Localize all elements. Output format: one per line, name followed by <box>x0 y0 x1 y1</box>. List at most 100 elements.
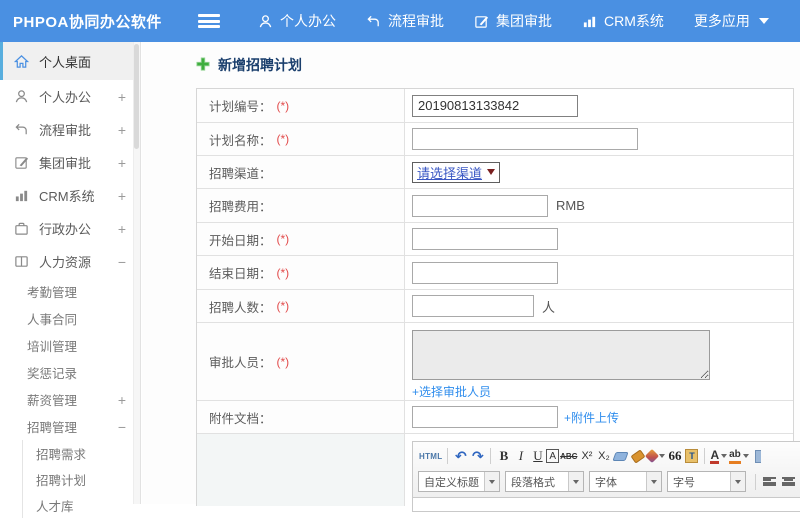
nav-label: 流程审批 <box>388 11 444 31</box>
attachment-upload-link[interactable]: +附件上传 <box>564 409 619 426</box>
nav-more-apps[interactable]: 更多应用 <box>694 11 769 31</box>
top-nav: 个人办公 流程审批 集团审批 CRM系统 更多应用 <box>258 11 799 31</box>
sidebar-item-personal-desktop[interactable]: 个人桌面 <box>0 42 140 80</box>
nav-crm-system[interactable]: CRM系统 <box>582 11 664 31</box>
undo-icon[interactable]: ↶ <box>452 447 469 465</box>
editor-content-area[interactable] <box>412 498 800 512</box>
eraser-icon[interactable] <box>612 447 629 465</box>
sidebar-subitem-label: 薪资管理 <box>27 390 77 409</box>
custom-title-combobox[interactable]: 自定义标题 <box>418 471 500 492</box>
sidebar-item-training[interactable]: 培训管理 <box>0 332 140 359</box>
hamburger-menu-icon[interactable] <box>198 14 220 28</box>
sidebar-item-recruit-demand[interactable]: 招聘需求 <box>23 440 140 466</box>
flow-arrow-icon <box>14 122 31 137</box>
start-date-input[interactable] <box>412 228 558 250</box>
channel-select[interactable]: 请选择渠道 <box>412 162 500 183</box>
nav-personal-office[interactable]: 个人办公 <box>258 11 336 31</box>
subscript-button[interactable]: X₂ <box>595 447 612 465</box>
paste-plain-icon[interactable]: T <box>683 447 700 465</box>
align-center-icon[interactable] <box>781 476 796 488</box>
plan-name-input[interactable] <box>412 128 638 150</box>
headcount-input[interactable] <box>412 295 534 317</box>
sidebar-item-personal-office[interactable]: 个人办公 + <box>0 80 140 113</box>
form-row-plan-number: 计划编号： (*) <box>197 89 793 123</box>
expand-icon[interactable]: + <box>118 392 126 408</box>
combo-caret-icon <box>646 472 661 491</box>
page-title-text: 新增招聘计划 <box>218 55 302 75</box>
sidebar-item-label: 流程审批 <box>39 120 91 139</box>
sidebar-item-recruit-plan[interactable]: 招聘计划 <box>23 466 140 492</box>
expand-icon[interactable]: + <box>118 188 126 204</box>
nav-group-approval[interactable]: 集团审批 <box>474 11 552 31</box>
border-text-button[interactable]: A <box>546 449 559 463</box>
font-color-button[interactable]: A <box>709 447 728 465</box>
fee-input[interactable] <box>412 195 548 217</box>
add-plus-icon <box>196 57 210 74</box>
nav-label: CRM系统 <box>604 11 664 31</box>
form-row-fee: 招聘费用： RMB <box>197 189 793 223</box>
html-source-button[interactable]: HTML <box>418 447 443 465</box>
main-content: 新增招聘计划 计划编号： (*) 计划名称： (*) 招聘渠道： <box>142 42 800 504</box>
form-row-editor: HTML ↶ ↷ B I U A ABC X² X₂ <box>197 434 793 506</box>
paragraph-format-combobox[interactable]: 段落格式 <box>505 471 584 492</box>
sidebar-item-label: 个人办公 <box>39 87 91 106</box>
collapse-icon[interactable]: − <box>118 254 126 270</box>
clipped-toolbar-icon[interactable] <box>750 447 767 465</box>
sidebar-item-crm[interactable]: CRM系统 + <box>0 179 140 212</box>
bold-button[interactable]: B <box>495 447 512 465</box>
user-icon <box>258 14 273 29</box>
sidebar-scrollbar[interactable] <box>133 42 140 504</box>
home-icon <box>14 54 31 69</box>
recruit-plan-form: 计划编号： (*) 计划名称： (*) 招聘渠道： 请选择渠道 <box>196 88 794 506</box>
highlight-color-button[interactable]: ab <box>728 447 750 465</box>
superscript-button[interactable]: X² <box>578 447 595 465</box>
caret-down-icon <box>759 18 769 24</box>
sidebar-item-admin-office[interactable]: 行政办公 + <box>0 212 140 245</box>
combo-caret-icon <box>730 472 745 491</box>
sidebar-item-rewards[interactable]: 奖惩记录 <box>0 359 140 386</box>
expand-icon[interactable]: + <box>118 89 126 105</box>
italic-button[interactable]: I <box>512 447 529 465</box>
select-approver-link[interactable]: +选择审批人员 <box>412 383 491 400</box>
collapse-icon[interactable]: − <box>118 419 126 435</box>
sidebar-subitem-label: 人才库 <box>36 496 74 515</box>
redo-icon[interactable]: ↷ <box>469 447 486 465</box>
sidebar-item-salary[interactable]: 薪资管理 + <box>0 386 140 413</box>
strikethrough-button[interactable]: ABC <box>559 447 578 465</box>
font-size-combobox[interactable]: 字号 <box>667 471 746 492</box>
sidebar-item-group-approval[interactable]: 集团审批 + <box>0 146 140 179</box>
required-mark: (*) <box>277 232 290 246</box>
form-row-headcount: 招聘人数： (*) 人 <box>197 290 793 323</box>
headcount-unit: 人 <box>542 297 555 316</box>
underline-button[interactable]: U <box>529 447 546 465</box>
plan-number-input[interactable] <box>412 95 578 117</box>
format-brush-icon[interactable] <box>629 447 646 465</box>
rich-text-editor: HTML ↶ ↷ B I U A ABC X² X₂ <box>412 441 800 512</box>
field-label: 结束日期： (*) <box>197 256 405 289</box>
field-label: 审批人员： (*) <box>197 323 405 400</box>
align-left-icon[interactable] <box>762 476 777 488</box>
bar-chart-icon <box>582 14 597 29</box>
font-family-combobox[interactable]: 字体 <box>589 471 662 492</box>
autotypeset-icon[interactable] <box>646 447 666 465</box>
field-label: 计划名称： (*) <box>197 123 405 155</box>
end-date-input[interactable] <box>412 262 558 284</box>
expand-icon[interactable]: + <box>118 221 126 237</box>
expand-icon[interactable]: + <box>118 155 126 171</box>
sidebar-item-workflow-approval[interactable]: 流程审批 + <box>0 113 140 146</box>
field-label: 招聘渠道： <box>197 156 405 188</box>
attachment-input[interactable] <box>412 406 558 428</box>
nav-workflow-approval[interactable]: 流程审批 <box>366 11 444 31</box>
sidebar-item-hr-contract[interactable]: 人事合同 <box>0 305 140 332</box>
form-row-end-date: 结束日期： (*) <box>197 256 793 290</box>
expand-icon[interactable]: + <box>118 122 126 138</box>
field-label-empty <box>197 434 405 506</box>
editor-toolbar: HTML ↶ ↷ B I U A ABC X² X₂ <box>412 441 800 498</box>
approver-textarea[interactable] <box>412 330 710 380</box>
briefcase-icon <box>14 221 31 236</box>
sidebar-item-talent-pool[interactable]: 人才库 <box>23 492 140 518</box>
sidebar-item-recruitment[interactable]: 招聘管理 − <box>0 413 140 440</box>
sidebar-item-attendance[interactable]: 考勤管理 <box>0 278 140 305</box>
blockquote-button[interactable]: 66 <box>666 447 683 465</box>
sidebar-item-hr[interactable]: 人力资源 − <box>0 245 140 278</box>
